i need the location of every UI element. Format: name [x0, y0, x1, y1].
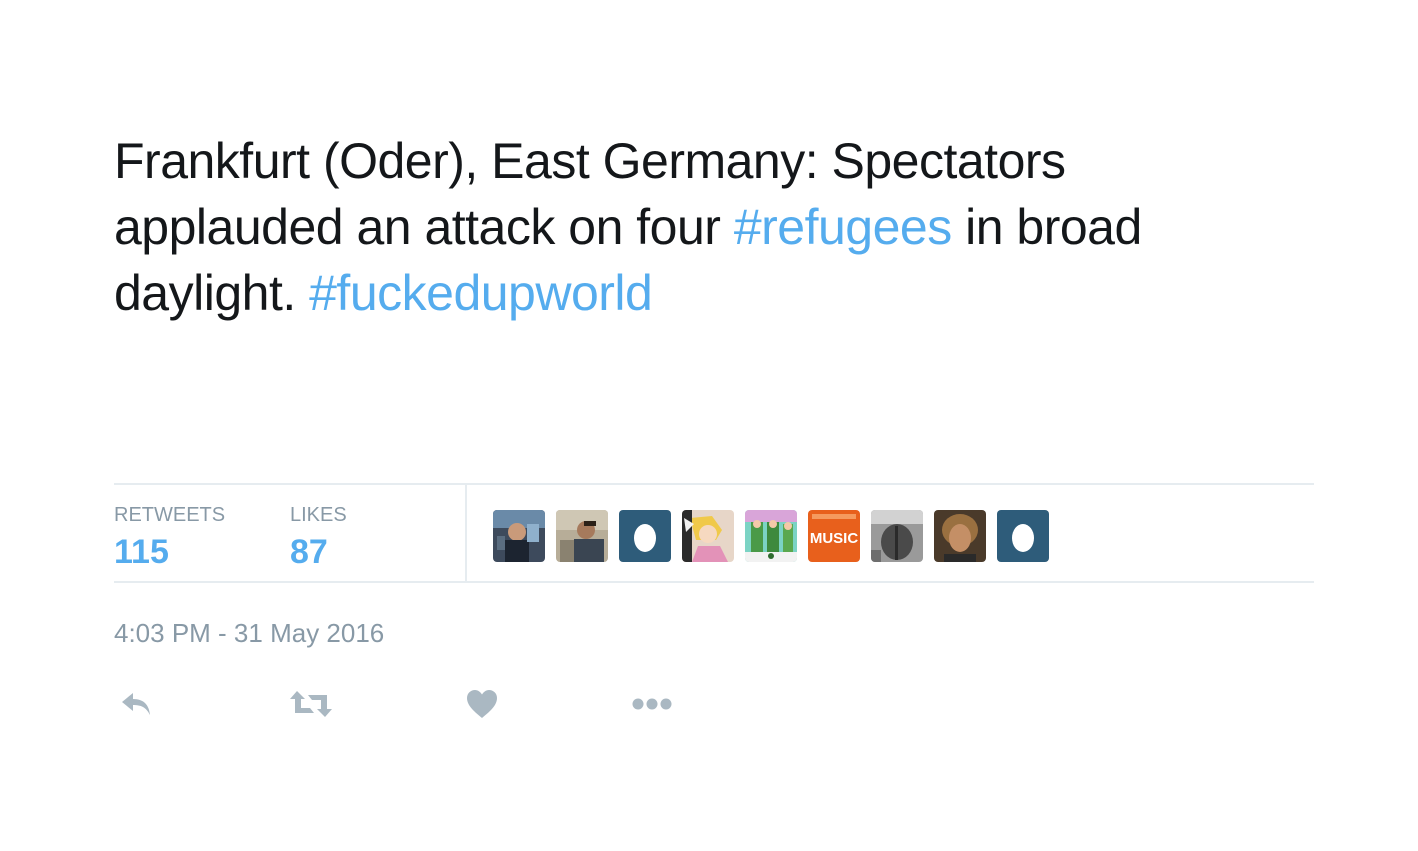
tweet-stats: RETWEETS 115 LIKES 87 MUSIC [114, 483, 1314, 583]
reply-icon [122, 693, 150, 715]
stats-divider [465, 485, 467, 581]
liker-avatar-8[interactable] [934, 510, 986, 562]
egg-icon [619, 510, 671, 562]
more-icon [632, 698, 672, 710]
music-logo-icon: MUSIC [808, 510, 860, 562]
retweet-icon [290, 691, 332, 717]
avatar-cartoon [682, 510, 734, 562]
tweet-text: Frankfurt (Oder), East Germany: Spectato… [114, 128, 1304, 326]
liker-avatar-6[interactable]: MUSIC [808, 510, 860, 562]
avatar-photo [556, 510, 608, 562]
retweet-button[interactable] [286, 682, 336, 726]
liker-avatar-1[interactable] [493, 510, 545, 562]
liker-avatar-2[interactable] [556, 510, 608, 562]
liker-avatar-9[interactable] [997, 510, 1049, 562]
liker-avatars: MUSIC [493, 510, 1049, 562]
avatar-photo [493, 510, 545, 562]
avatar-art [745, 510, 797, 562]
retweets-label: RETWEETS [114, 504, 226, 526]
likes-stat[interactable]: LIKES 87 [290, 503, 347, 573]
retweets-stat[interactable]: RETWEETS 115 [114, 503, 225, 573]
hashtag-refugees[interactable]: #refugees [734, 199, 952, 255]
tweet-actions [114, 682, 714, 726]
tweet-timestamp[interactable]: 4:03 PM - 31 May 2016 [114, 617, 384, 649]
more-button[interactable] [629, 682, 675, 726]
liker-avatar-3[interactable] [619, 510, 671, 562]
egg-icon [997, 510, 1049, 562]
avatar-photo [934, 510, 986, 562]
reply-button[interactable] [114, 682, 158, 726]
avatar-photo [871, 510, 923, 562]
like-button[interactable] [462, 682, 502, 726]
hashtag-fuckedupworld[interactable]: #fuckedupworld [309, 265, 653, 321]
heart-icon [467, 690, 497, 718]
liker-avatar-4[interactable] [682, 510, 734, 562]
retweets-count: 115 [114, 533, 169, 571]
likes-label: LIKES [290, 504, 347, 526]
likes-count: 87 [290, 533, 328, 571]
liker-avatar-7[interactable] [871, 510, 923, 562]
music-logo-text: MUSIC [810, 530, 859, 547]
liker-avatar-5[interactable] [745, 510, 797, 562]
